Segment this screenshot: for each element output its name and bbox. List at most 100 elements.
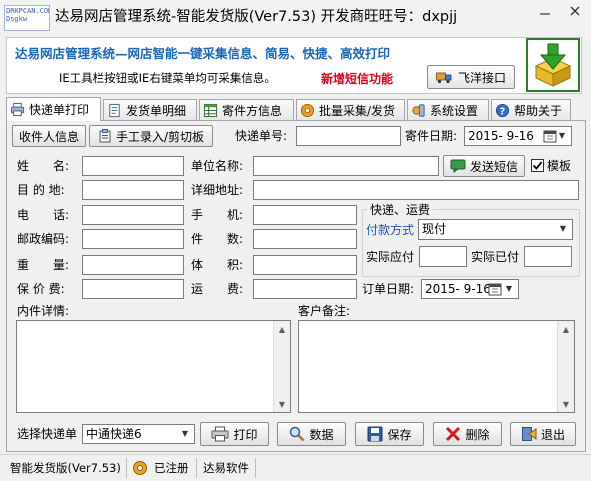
svg-text:?: ? — [500, 106, 505, 117]
chevron-down-icon: ▼ — [558, 131, 566, 140]
payment-method-select[interactable]: 现付 ▼ — [418, 219, 573, 240]
weight-input[interactable] — [82, 255, 184, 275]
scroll-down-icon[interactable]: ▼ — [274, 396, 290, 412]
printer-icon — [10, 102, 25, 117]
content-scrollbar[interactable]: ▲ ▼ — [273, 321, 290, 412]
grid-icon — [203, 103, 218, 118]
status-version: 智能发货版(Ver7.53) — [10, 461, 121, 475]
minimize-button[interactable] — [530, 0, 560, 22]
tab-system-settings[interactable]: 系统设置 — [407, 99, 489, 121]
close-button[interactable] — [560, 0, 590, 22]
status-divider — [126, 458, 127, 478]
banner-sms-feature: 新增短信功能 — [321, 72, 394, 86]
tab-sender-info[interactable]: 寄件方信息 — [199, 99, 294, 121]
exit-button[interactable]: 退出 — [510, 422, 576, 446]
checkmark-icon — [532, 161, 543, 170]
banner-headline: 达易网店管理系统—网店智能一键采集信息、简易、快捷、高效打印 — [15, 46, 391, 61]
template-checkbox[interactable] — [531, 159, 544, 172]
feixiang-interface-button[interactable]: 飞洋接口 — [427, 65, 515, 89]
actual-paid-input[interactable] — [524, 246, 572, 267]
document-icon — [109, 103, 120, 118]
print-label: 打印 — [233, 427, 258, 442]
sms-icon — [450, 159, 466, 173]
app-logo-text: DRKPCAN.COM Dsgkw — [6, 7, 50, 23]
content-textarea[interactable]: ▲ ▼ — [16, 320, 291, 413]
help-icon: ? — [495, 103, 510, 117]
status-registered: 已注册 — [154, 461, 189, 475]
name-input[interactable] — [82, 156, 184, 176]
status-bar: 智能发货版(Ver7.53) 已注册 达易软件 — [0, 454, 591, 481]
phone-label: 电 话: — [17, 208, 70, 222]
tracking-no-input[interactable] — [296, 126, 401, 146]
destination-input[interactable] — [82, 180, 184, 200]
phone-input[interactable] — [82, 205, 184, 225]
actual-due-input[interactable] — [419, 246, 467, 267]
save-button[interactable]: 保存 — [355, 422, 424, 446]
tab-label: 系统设置 — [430, 104, 479, 118]
payment-method-label: 付款方式 — [366, 223, 415, 237]
manual-entry-button[interactable]: 手工录入/剪切板 — [89, 125, 213, 147]
content-label: 内件详情: — [17, 304, 70, 318]
recipient-info-button[interactable]: 收件人信息 — [12, 125, 86, 147]
data-label: 数据 — [309, 427, 334, 442]
minimize-icon — [540, 13, 550, 15]
status-divider — [255, 458, 256, 478]
actual-paid-label: 实际已付 — [471, 250, 520, 264]
send-sms-button[interactable]: 发送短信 — [443, 155, 525, 177]
print-button[interactable]: 打印 — [200, 422, 269, 446]
pieces-input[interactable] — [253, 229, 357, 249]
recipient-info-label: 收件人信息 — [18, 129, 79, 144]
tab-batch-collect[interactable]: 批量采集/发货 — [296, 99, 405, 121]
zipcode-label: 邮政编码: — [17, 232, 70, 246]
scroll-down-icon[interactable]: ▼ — [558, 396, 574, 412]
app-logo: DRKPCAN.COM Dsgkw — [4, 5, 50, 31]
customer-note-textarea[interactable]: ▲ ▼ — [298, 320, 575, 413]
order-date-label: 订单日期: — [362, 282, 415, 296]
status-company: 达易软件 — [203, 461, 249, 475]
fees-group-title: 快递、运费 — [367, 200, 434, 220]
delete-button[interactable]: 删除 — [433, 422, 502, 446]
mobile-input[interactable] — [253, 205, 357, 225]
ship-date-picker[interactable]: 2015- 9-16 ▼ — [464, 126, 572, 146]
volume-input[interactable] — [253, 255, 357, 275]
actual-due-label: 实际应付 — [366, 250, 415, 264]
tab-help-about[interactable]: ? 帮助关于 — [491, 99, 571, 121]
weight-label: 重 量: — [17, 258, 70, 272]
clipboard-icon — [99, 129, 111, 143]
tab-print-waybill[interactable]: 快递单打印 — [6, 97, 101, 121]
zipcode-input[interactable] — [82, 229, 184, 249]
name-label: 姓 名: — [17, 159, 70, 173]
freight-input[interactable] — [253, 279, 357, 299]
freight-label: 运 费: — [191, 282, 244, 296]
tab-label: 快递单打印 — [29, 103, 90, 117]
save-label: 保存 — [387, 427, 412, 442]
tab-shipping-details[interactable]: 发货单明细 — [103, 99, 197, 121]
ship-date-label: 寄件日期: — [405, 129, 458, 143]
company-input[interactable] — [253, 156, 439, 176]
delete-label: 删除 — [465, 427, 490, 442]
company-label: 单位名称: — [191, 159, 244, 173]
download-box-logo — [526, 38, 580, 92]
banner: 达易网店管理系统—网店智能一键采集信息、简易、快捷、高效打印 IE工具栏按钮或I… — [6, 37, 582, 94]
send-sms-label: 发送短信 — [469, 159, 518, 174]
title-bar: DRKPCAN.COM Dsgkw 达易网店管理系统-智能发货版(Ver7.53… — [0, 0, 591, 34]
courier-value: 中通快递6 — [86, 427, 142, 441]
scroll-up-icon[interactable]: ▲ — [558, 321, 574, 337]
insured-input[interactable] — [82, 279, 184, 299]
tab-label: 批量采集/发货 — [319, 104, 396, 118]
select-courier-label: 选择快递单 — [17, 427, 78, 441]
data-button[interactable]: 数据 — [277, 422, 346, 446]
exit-icon — [521, 427, 537, 441]
note-scrollbar[interactable]: ▲ ▼ — [557, 321, 574, 412]
main-panel: 收件人信息 手工录入/剪切板 快递单号: 寄件日期: 2015- 9-16 ▼ … — [6, 120, 586, 452]
order-date-picker[interactable]: 2015- 9-16 ▼ — [421, 279, 519, 299]
chevron-down-icon: ▼ — [505, 284, 513, 293]
courier-select[interactable]: 中通快递6 ▼ — [82, 424, 195, 444]
address-input[interactable] — [253, 180, 579, 200]
scroll-up-icon[interactable]: ▲ — [274, 321, 290, 337]
tab-strip: 快递单打印 发货单明细 寄件方信息 批量采集/发货 系统设置 ? 帮助关于 — [6, 97, 586, 121]
tracking-no-label: 快递单号: — [235, 129, 288, 143]
save-icon — [367, 426, 383, 442]
banner-tip: IE工具栏按钮或IE右键菜单均可采集信息。 — [59, 71, 276, 85]
ship-date-value: 2015- 9-16 — [468, 129, 534, 143]
